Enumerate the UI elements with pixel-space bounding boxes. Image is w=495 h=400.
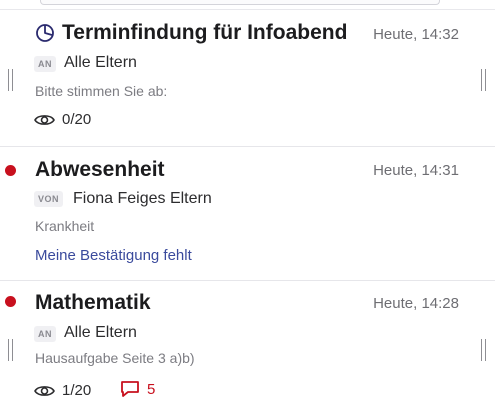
poll-icon bbox=[36, 24, 54, 42]
sender-label: Fiona Feiges Eltern bbox=[73, 190, 212, 207]
eye-icon bbox=[34, 385, 55, 396]
read-receipts: 1/20 bbox=[34, 382, 91, 399]
message-preview: Bitte stimmen Sie ab: bbox=[35, 83, 168, 99]
unread-dot bbox=[5, 165, 16, 176]
message-time: Heute, 14:32 bbox=[373, 26, 459, 43]
comment-icon bbox=[121, 381, 139, 397]
unread-dot bbox=[5, 296, 16, 307]
message-preview: Krankheit bbox=[35, 218, 95, 234]
view-count: 1/20 bbox=[62, 382, 92, 399]
message-time: Heute, 14:28 bbox=[373, 295, 459, 312]
recipient-label: Alle Eltern bbox=[64, 54, 137, 71]
recipient-badge: AN bbox=[34, 56, 56, 72]
message-list-screen: Terminfindung für Infoabend Heute, 14:32… bbox=[0, 0, 495, 400]
eye-icon bbox=[34, 114, 55, 125]
row-drag-handle-left bbox=[8, 69, 13, 91]
message-title: Terminfindung für Infoabend bbox=[62, 21, 348, 44]
message-time: Heute, 14:31 bbox=[373, 162, 459, 179]
read-receipts: 0/20 bbox=[34, 111, 91, 128]
confirmation-missing-link[interactable]: Meine Bestätigung fehlt bbox=[35, 247, 192, 264]
message-row-terminfindung[interactable]: Terminfindung für Infoabend Heute, 14:32… bbox=[0, 10, 495, 147]
message-row-abwesenheit[interactable]: Abwesenheit Heute, 14:31 VON Fiona Feige… bbox=[0, 147, 495, 281]
comments-indicator[interactable]: 5 bbox=[120, 380, 155, 398]
message-row-mathematik[interactable]: Mathematik Heute, 14:28 AN Alle Eltern H… bbox=[0, 281, 495, 400]
row-drag-handle-right bbox=[481, 339, 486, 361]
message-title: Abwesenheit bbox=[35, 158, 165, 181]
previous-row-edge bbox=[0, 0, 495, 10]
recipient-label: Alle Eltern bbox=[64, 324, 137, 341]
row-drag-handle-left bbox=[8, 339, 13, 361]
view-count: 0/20 bbox=[62, 111, 92, 128]
row-drag-handle-right bbox=[481, 69, 486, 91]
message-title: Mathematik bbox=[35, 291, 151, 314]
top-bar-edge bbox=[40, 0, 440, 5]
sender-badge: VON bbox=[34, 191, 64, 207]
recipient-badge: AN bbox=[34, 326, 56, 342]
message-preview: Hausaufgabe Seite 3 a)b) bbox=[35, 350, 195, 366]
comment-count: 5 bbox=[147, 380, 156, 398]
